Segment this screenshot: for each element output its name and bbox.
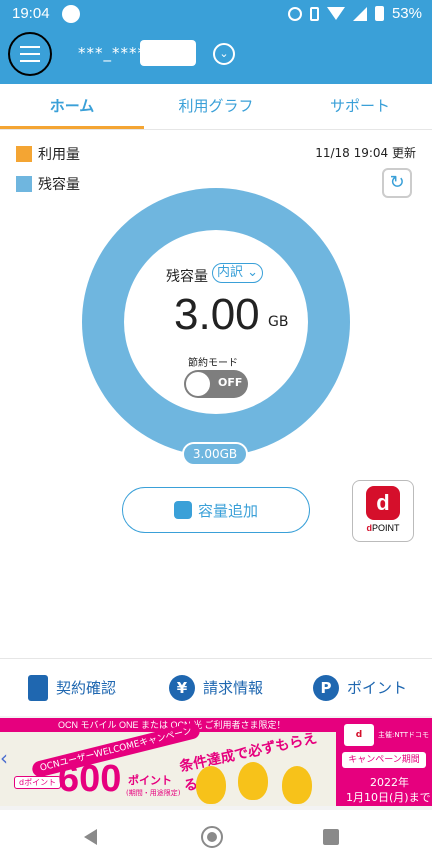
legend-remaining: 残容量 (16, 174, 80, 194)
status-bar: 19:04 53% (0, 0, 432, 28)
tab-support[interactable]: サポート (288, 84, 432, 129)
status-icons: 53% (287, 5, 422, 22)
add-capacity-button[interactable]: 容量追加 (122, 487, 310, 533)
hamburger-menu-button[interactable] (8, 32, 52, 76)
tab-home[interactable]: ホーム (0, 84, 144, 129)
remaining-unit: GB (268, 314, 289, 330)
mascot-image (282, 766, 312, 804)
banner-side-panel: d 主催:NTTドコモ キャンペーン期間 2022年 1月10日(月)まで (336, 718, 432, 806)
dpoint-label: POINT (371, 523, 400, 533)
legend-swatch-remaining (16, 176, 32, 192)
nav-contract[interactable]: 契約確認 (0, 659, 144, 716)
vibrate-icon (309, 6, 319, 21)
tab-usage-graph[interactable]: 利用グラフ (144, 84, 288, 129)
recent-apps-icon[interactable] (323, 829, 339, 845)
remaining-label: 残容量 (166, 269, 208, 285)
toggle-state-text: OFF (218, 376, 243, 389)
legend-used: 利用量 (16, 144, 80, 164)
saving-mode-label: 節約モード (188, 358, 238, 369)
banner-main: OCNユーザーWELCOMEキャンペーン dポイント 600 ポイント (期間・… (0, 721, 336, 806)
breakdown-label: 内訳 (217, 265, 244, 280)
campaign-banner[interactable]: OCN モバイル ONE または OCN 光 ご利用者さま限定！ OCNユーザー… (0, 718, 432, 806)
breakdown-dropdown[interactable]: 内訳 ⌄ (212, 263, 264, 283)
back-icon[interactable] (84, 829, 97, 845)
home-content: 利用量 残容量 11/18 19:04 更新 ↻ 残容量 内訳 ⌄ 3.00 G… (0, 130, 432, 658)
legend-label-remaining: 残容量 (38, 177, 80, 193)
nav-points[interactable]: P ポイント (288, 659, 432, 716)
bottom-nav: 契約確認 ¥ 請求情報 P ポイント (0, 658, 432, 716)
main-tabs: ホーム 利用グラフ サポート (0, 84, 432, 130)
legend-swatch-used (16, 146, 32, 162)
refresh-icon[interactable]: ↻ (382, 168, 412, 198)
mascot-image (238, 762, 268, 800)
remaining-badge: 3.00GB (182, 442, 248, 466)
usage-donut-chart: 残容量 内訳 ⌄ 3.00 GB 節約モード OFF (82, 188, 350, 456)
chevron-down-icon: ⌄ (243, 265, 259, 280)
menu-icon-line (20, 46, 40, 48)
saving-mode-toggle[interactable]: OFF (184, 370, 248, 398)
menu-icon-line (20, 60, 40, 62)
database-add-icon (173, 501, 192, 519)
banner-dpoint-tag: dポイント (14, 776, 62, 789)
legend-label-used: 利用量 (38, 147, 80, 163)
wifi-icon (326, 7, 345, 20)
chevron-down-icon[interactable]: ⌄ (213, 43, 235, 65)
banner-points-label: ポイント (128, 774, 172, 787)
dpoint-logo-icon: d (366, 486, 400, 520)
last-updated-text: 11/18 19:04 更新 (315, 146, 416, 160)
nav-points-label: ポイント (346, 679, 407, 697)
point-icon: P (312, 674, 339, 701)
dpoint-logo-icon: d (344, 724, 374, 746)
alarm-icon (287, 6, 302, 21)
nav-billing[interactable]: ¥ 請求情報 (144, 659, 288, 716)
remaining-value: 3.00 (174, 290, 260, 339)
account-id: ***_**** (78, 44, 146, 62)
redaction-mark (140, 40, 196, 66)
toggle-knob (186, 372, 210, 396)
app-bar: ***_**** ⌄ (0, 28, 432, 84)
banner-points-value: 600 (58, 758, 122, 800)
add-capacity-label: 容量追加 (197, 501, 258, 520)
banner-points-note: (期間・用途限定) (126, 789, 181, 797)
system-nav-bar (0, 810, 432, 864)
banner-end-date: 1月10日(月)まで (346, 791, 431, 804)
dpoint-button[interactable]: d dPOINT (352, 480, 414, 542)
banner-end-year: 2022年 (370, 776, 409, 789)
nav-billing-label: 請求情報 (202, 679, 263, 697)
menu-icon-line (20, 53, 40, 55)
banner-sponsor: 主催:NTTドコモ (378, 731, 430, 739)
banner-campaign-period: キャンペーン期間 (342, 752, 426, 768)
yen-icon: ¥ (168, 674, 195, 701)
home-icon[interactable] (201, 826, 223, 848)
nav-contract-label: 契約確認 (55, 679, 116, 697)
status-time: 19:04 (12, 5, 50, 22)
clipboard-icon (27, 674, 48, 701)
signal-icon (352, 6, 367, 21)
battery-percent: 53% (391, 5, 422, 22)
mascot-image (196, 766, 226, 804)
donut-center: 残容量 内訳 ⌄ 3.00 GB 節約モード OFF (124, 230, 308, 414)
app-notification-icon (62, 5, 80, 23)
chevron-left-icon[interactable]: ‹ (0, 746, 8, 770)
battery-icon (374, 6, 384, 21)
